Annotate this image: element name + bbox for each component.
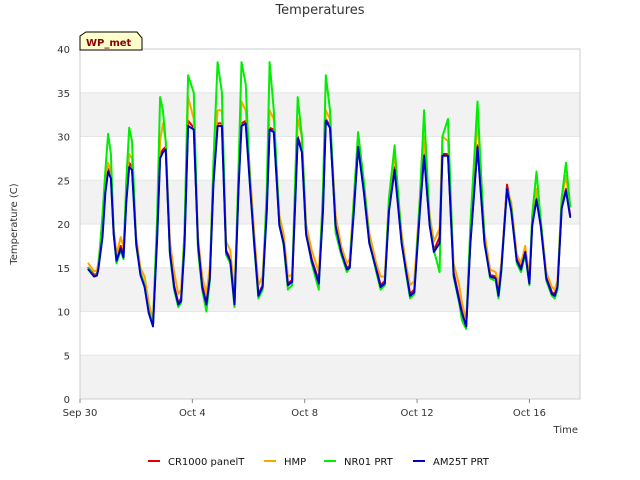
x-tick-label: Oct 8 <box>291 408 318 419</box>
legend-label: CR1000 panelT <box>168 457 245 468</box>
y-tick-label: 35 <box>57 89 70 100</box>
y-axis-title: Temperature (C) <box>9 183 20 265</box>
y-tick-label: 10 <box>57 308 70 319</box>
grid-band <box>80 49 580 93</box>
grid-band <box>80 311 580 356</box>
x-tick-label: Oct 16 <box>513 408 546 419</box>
y-tick-label: 30 <box>57 133 70 144</box>
y-tick-label: 5 <box>64 351 70 362</box>
y-tick-label: 25 <box>57 176 70 187</box>
x-axis-title: Time <box>553 425 578 436</box>
temperature-chart: Temperatures 0 5 10 15 20 25 30 35 40 Sep 30 Oct … <box>9 3 581 468</box>
wp-met-badge: WP_met <box>79 31 143 51</box>
y-tick-label: 15 <box>57 264 70 275</box>
y-tick-label: 20 <box>57 220 70 231</box>
x-tick-label: Sep 30 <box>63 408 98 419</box>
badge-label: WP_met <box>86 38 132 49</box>
legend-label: NR01 PRT <box>344 457 394 468</box>
legend-label: AM25T PRT <box>433 457 490 468</box>
legend-label: HMP <box>284 457 306 468</box>
legend: CR1000 panelT HMP NR01 PRT AM25T PRT <box>148 457 490 468</box>
grid-band <box>80 355 580 399</box>
y-tick-label: 0 <box>64 395 70 406</box>
x-tick-label: Oct 12 <box>400 408 433 419</box>
x-axis: Sep 30 Oct 4 Oct 8 Oct 12 Oct 16 <box>63 399 546 419</box>
x-tick-label: Oct 4 <box>179 408 206 419</box>
y-tick-label: 40 <box>57 45 70 56</box>
y-axis: 0 5 10 15 20 25 30 35 40 <box>57 45 70 406</box>
chart-title: Temperatures <box>274 3 364 18</box>
